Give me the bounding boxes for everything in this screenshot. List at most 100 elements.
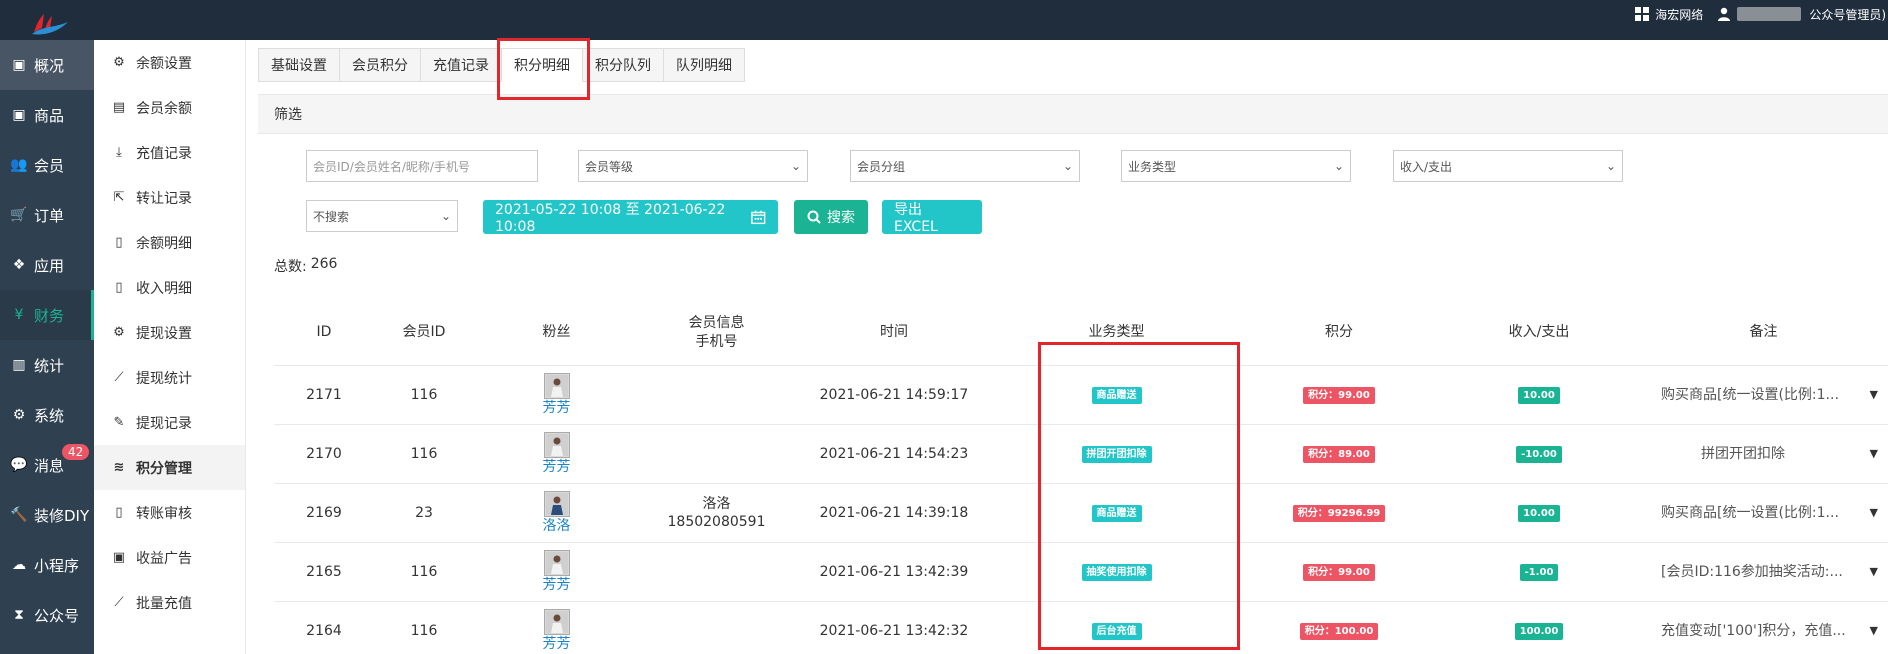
archive-icon: ▣ <box>12 107 26 123</box>
caret-down-icon[interactable]: ▼ <box>1870 506 1878 520</box>
search-button[interactable]: 搜索 <box>794 200 868 234</box>
nav-label: 消息 <box>34 456 65 475</box>
avatar[interactable] <box>543 431 570 458</box>
search-mode-select[interactable]: 不搜索 ⌄ <box>306 200 458 232</box>
nav-item-decoration[interactable]: 🔨 装修DIY <box>0 490 94 540</box>
avatar[interactable] <box>543 372 570 399</box>
gear-icon: ⚙ <box>113 325 125 340</box>
member-group-select[interactable]: 会员分组 ⌄ <box>850 150 1080 182</box>
keyword-input[interactable]: 会员ID/会员姓名/昵称/手机号 <box>306 150 538 182</box>
sub-item-withdraw-settings[interactable]: ⚙ 提现设置 <box>94 310 245 355</box>
income-expense-select[interactable]: 收入/支出 ⌄ <box>1393 150 1623 182</box>
tab-queue-detail[interactable]: 队列明细 <box>663 48 745 82</box>
nav-item-overview[interactable]: ▣ 概况 <box>0 40 94 90</box>
nav-item-miniprogram[interactable]: ☁ 小程序 <box>0 540 94 590</box>
person-photo-icon <box>545 551 568 574</box>
sub-item-withdraw-records[interactable]: ✎ 提现记录 <box>94 400 245 445</box>
cell-time: 2021-06-21 13:42:32 <box>819 622 969 639</box>
points-label: 积分：99.00 <box>1303 563 1375 581</box>
cell-note[interactable]: 充值变动['100']积分，充值... ▼ <box>1639 622 1888 640</box>
keyword-placeholder: 会员ID/会员姓名/昵称/手机号 <box>313 159 470 174</box>
sub-item-withdraw-stats[interactable]: ⟋ 提现统计 <box>94 355 245 400</box>
tab-points-queue[interactable]: 积分队列 <box>582 48 663 82</box>
cell-fans: 洛洛 <box>474 490 639 535</box>
business-type-select[interactable]: 业务类型 ⌄ <box>1121 150 1351 182</box>
nav-item-finance[interactable]: ¥ 财务 <box>0 290 94 340</box>
avatar[interactable] <box>543 549 570 576</box>
cell-note[interactable]: [会员ID:116参加抽奖活动:... ▼ <box>1639 563 1888 581</box>
tab-basic-settings[interactable]: 基础设置 <box>258 48 339 82</box>
cell-note[interactable]: 拼团开团扣除 ▼ <box>1639 445 1888 463</box>
caret-down-icon[interactable]: ▼ <box>1870 624 1878 638</box>
table-row: 2169 23 洛洛 洛洛 18502080591 2021-06-21 14:3… <box>274 484 1888 543</box>
database-icon: ≋ <box>113 460 125 475</box>
cell-note[interactable]: 购买商品[统一设置(比例:1... ▼ <box>1639 504 1888 522</box>
sub-item-transfer-review[interactable]: ▯ 转账审核 <box>94 490 245 535</box>
nav-item-members[interactable]: 👥 会员 <box>0 140 94 190</box>
nav-item-orders[interactable]: 🛒 订单 <box>0 190 94 240</box>
sub-item-recharge-records[interactable]: ⤓ 充值记录 <box>94 130 245 175</box>
logo[interactable] <box>30 10 70 38</box>
org-name: 海宏网络 <box>1655 7 1704 22</box>
fan-name-link[interactable]: 芳芳 <box>543 399 571 417</box>
sub-label: 收入明细 <box>136 280 192 297</box>
biz-type-label: 拼团开团扣除 <box>1081 445 1152 463</box>
fan-name-link[interactable]: 芳芳 <box>543 458 571 476</box>
cell-biz-type: 后台充值 <box>994 622 1239 640</box>
nav-label: 概况 <box>34 56 65 75</box>
sub-item-balance-settings[interactable]: ⚙ 余额设置 <box>94 40 245 85</box>
fan-name-link[interactable]: 洛洛 <box>543 517 571 535</box>
nav-item-apps[interactable]: ❖ 应用 <box>0 240 94 290</box>
caret-down-icon[interactable]: ▼ <box>1870 447 1878 461</box>
date-range-picker[interactable]: 2021-05-22 10:08 至 2021-06-22 10:08 <box>483 200 778 235</box>
sub-label: 提现统计 <box>136 370 192 387</box>
sub-item-member-balance[interactable]: ▤ 会员余额 <box>94 85 245 130</box>
fan-name-link[interactable]: 芳芳 <box>543 576 571 594</box>
points-table: ID 会员ID 粉丝 会员信息 手机号 时间 业务类型 积分 收入/支出 备注 … <box>274 300 1888 654</box>
cell-points: 积分：99296.99 <box>1239 504 1439 522</box>
cell-id: 2164 <box>306 622 342 639</box>
wechat-icon: ☁ <box>12 557 26 573</box>
cell-time: 2021-06-21 14:59:17 <box>819 386 969 403</box>
note-text: 购买商品[统一设置(比例:1... <box>1661 386 1839 403</box>
member-level-select[interactable]: 会员等级 ⌄ <box>578 150 808 182</box>
amount-label: 100.00 <box>1514 622 1564 640</box>
fan-name-link[interactable]: 芳芳 <box>543 635 571 653</box>
org-switch[interactable]: 海宏网络 <box>1635 6 1703 23</box>
sub-item-revenue-ads[interactable]: ▣ 收益广告 <box>94 535 245 580</box>
sub-item-transfer-records[interactable]: ⇱ 转让记录 <box>94 175 245 220</box>
caret-down-icon[interactable]: ▼ <box>1870 388 1878 402</box>
image-icon: ▣ <box>112 550 126 565</box>
tab-member-points[interactable]: 会员积分 <box>339 48 420 82</box>
caret-down-icon[interactable]: ▼ <box>1870 565 1878 579</box>
user-menu[interactable]: 公众号管理员) <box>1717 6 1886 23</box>
tab-points-detail[interactable]: 积分明细 <box>501 48 582 82</box>
cell-member-id: 116 <box>410 622 438 639</box>
sub-item-balance-detail[interactable]: ▯ 余额明细 <box>94 220 245 265</box>
avatar[interactable] <box>543 608 570 635</box>
nav-item-stats[interactable]: ▥ 统计 <box>0 340 94 390</box>
nav-item-system[interactable]: ⚙ 系统 <box>0 390 94 440</box>
table-row: 2171 116 芳芳 2021-06-21 14:59:17 商品赠送 积分：… <box>274 366 1888 425</box>
tab-recharge-records[interactable]: 充值记录 <box>420 48 501 82</box>
export-excel-button[interactable]: 导出 EXCEL <box>882 200 982 235</box>
header-member-info: 会员信息 手机号 <box>639 314 794 350</box>
nav-label: 装修DIY <box>34 506 90 525</box>
nav-item-messages[interactable]: 💬 消息 42 <box>0 440 94 490</box>
sub-label: 余额设置 <box>136 55 192 72</box>
person-photo-icon <box>545 374 568 397</box>
nav-item-official-account[interactable]: ⧗ 公众号 <box>0 590 94 640</box>
sub-item-points-management[interactable]: ≋ 积分管理 <box>94 445 245 490</box>
yen-icon: ¥ <box>14 307 24 323</box>
total-label: 总数: <box>274 259 307 275</box>
sub-item-income-detail[interactable]: ▯ 收入明细 <box>94 265 245 310</box>
member-name: 洛洛 <box>702 495 731 512</box>
file-icon: ▯ <box>115 280 123 295</box>
header-phone-label: 手机号 <box>695 333 738 350</box>
table-row: 2170 116 芳芳 2021-06-21 14:54:23 拼团开团扣除 积… <box>274 425 1888 484</box>
nav-item-goods[interactable]: ▣ 商品 <box>0 90 94 140</box>
sub-item-batch-recharge[interactable]: ⟋ 批量充值 <box>94 580 245 625</box>
income-expense-value: 收入/支出 <box>1400 159 1453 174</box>
cell-note[interactable]: 购买商品[统一设置(比例:1... ▼ <box>1639 386 1888 404</box>
avatar[interactable] <box>543 490 570 517</box>
